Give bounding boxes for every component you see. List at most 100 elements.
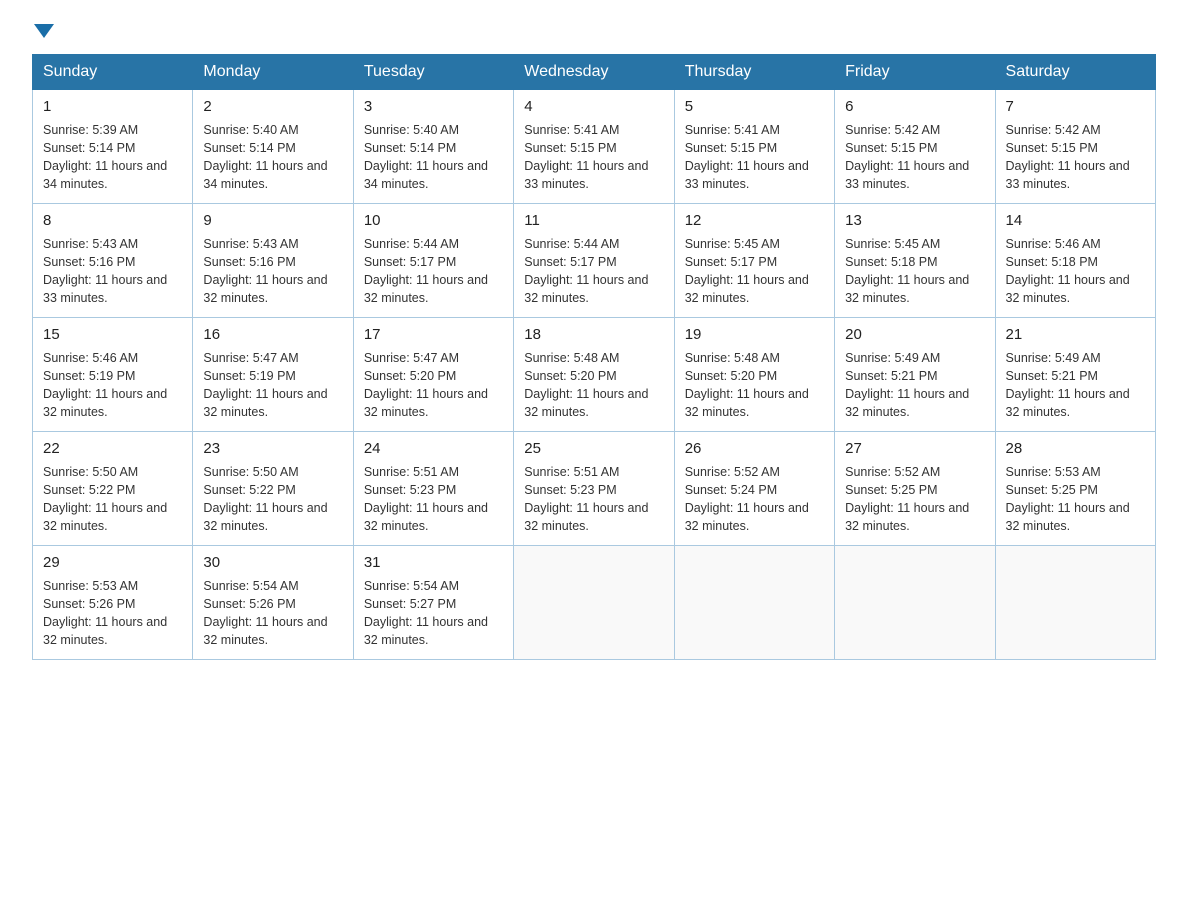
day-number: 22 <box>43 438 182 461</box>
day-number: 15 <box>43 324 182 347</box>
day-info: Sunrise: 5:48 AMSunset: 5:20 PMDaylight:… <box>685 349 824 422</box>
day-number: 25 <box>524 438 663 461</box>
day-number: 12 <box>685 210 824 233</box>
day-info: Sunrise: 5:53 AMSunset: 5:25 PMDaylight:… <box>1006 463 1145 536</box>
calendar-cell: 12Sunrise: 5:45 AMSunset: 5:17 PMDayligh… <box>674 204 834 318</box>
weekday-header-tuesday: Tuesday <box>353 55 513 90</box>
day-info: Sunrise: 5:40 AMSunset: 5:14 PMDaylight:… <box>203 121 342 194</box>
calendar-cell: 14Sunrise: 5:46 AMSunset: 5:18 PMDayligh… <box>995 204 1155 318</box>
calendar-cell: 3Sunrise: 5:40 AMSunset: 5:14 PMDaylight… <box>353 90 513 204</box>
day-number: 9 <box>203 210 342 233</box>
day-number: 29 <box>43 552 182 575</box>
calendar-cell: 7Sunrise: 5:42 AMSunset: 5:15 PMDaylight… <box>995 90 1155 204</box>
calendar-cell: 29Sunrise: 5:53 AMSunset: 5:26 PMDayligh… <box>33 546 193 660</box>
calendar-cell <box>835 546 995 660</box>
calendar-cell: 22Sunrise: 5:50 AMSunset: 5:22 PMDayligh… <box>33 432 193 546</box>
day-info: Sunrise: 5:42 AMSunset: 5:15 PMDaylight:… <box>845 121 984 194</box>
calendar-cell: 26Sunrise: 5:52 AMSunset: 5:24 PMDayligh… <box>674 432 834 546</box>
day-number: 3 <box>364 96 503 119</box>
calendar-cell: 21Sunrise: 5:49 AMSunset: 5:21 PMDayligh… <box>995 318 1155 432</box>
day-number: 1 <box>43 96 182 119</box>
calendar-cell: 16Sunrise: 5:47 AMSunset: 5:19 PMDayligh… <box>193 318 353 432</box>
calendar-week-row: 15Sunrise: 5:46 AMSunset: 5:19 PMDayligh… <box>33 318 1156 432</box>
weekday-header-thursday: Thursday <box>674 55 834 90</box>
day-number: 14 <box>1006 210 1145 233</box>
calendar-cell: 11Sunrise: 5:44 AMSunset: 5:17 PMDayligh… <box>514 204 674 318</box>
day-info: Sunrise: 5:44 AMSunset: 5:17 PMDaylight:… <box>364 235 503 308</box>
calendar-cell: 23Sunrise: 5:50 AMSunset: 5:22 PMDayligh… <box>193 432 353 546</box>
day-info: Sunrise: 5:49 AMSunset: 5:21 PMDaylight:… <box>1006 349 1145 422</box>
calendar-cell: 30Sunrise: 5:54 AMSunset: 5:26 PMDayligh… <box>193 546 353 660</box>
calendar-cell: 18Sunrise: 5:48 AMSunset: 5:20 PMDayligh… <box>514 318 674 432</box>
calendar-cell: 10Sunrise: 5:44 AMSunset: 5:17 PMDayligh… <box>353 204 513 318</box>
day-info: Sunrise: 5:44 AMSunset: 5:17 PMDaylight:… <box>524 235 663 308</box>
day-info: Sunrise: 5:49 AMSunset: 5:21 PMDaylight:… <box>845 349 984 422</box>
weekday-header-monday: Monday <box>193 55 353 90</box>
day-info: Sunrise: 5:46 AMSunset: 5:18 PMDaylight:… <box>1006 235 1145 308</box>
day-number: 27 <box>845 438 984 461</box>
calendar-cell: 13Sunrise: 5:45 AMSunset: 5:18 PMDayligh… <box>835 204 995 318</box>
day-info: Sunrise: 5:47 AMSunset: 5:20 PMDaylight:… <box>364 349 503 422</box>
day-info: Sunrise: 5:43 AMSunset: 5:16 PMDaylight:… <box>203 235 342 308</box>
day-info: Sunrise: 5:50 AMSunset: 5:22 PMDaylight:… <box>43 463 182 536</box>
day-info: Sunrise: 5:52 AMSunset: 5:25 PMDaylight:… <box>845 463 984 536</box>
day-info: Sunrise: 5:51 AMSunset: 5:23 PMDaylight:… <box>364 463 503 536</box>
day-number: 20 <box>845 324 984 347</box>
day-number: 18 <box>524 324 663 347</box>
calendar-cell: 9Sunrise: 5:43 AMSunset: 5:16 PMDaylight… <box>193 204 353 318</box>
day-number: 8 <box>43 210 182 233</box>
day-number: 10 <box>364 210 503 233</box>
calendar-cell: 24Sunrise: 5:51 AMSunset: 5:23 PMDayligh… <box>353 432 513 546</box>
logo-triangle-icon <box>34 24 54 38</box>
day-number: 13 <box>845 210 984 233</box>
day-info: Sunrise: 5:41 AMSunset: 5:15 PMDaylight:… <box>685 121 824 194</box>
calendar-cell: 5Sunrise: 5:41 AMSunset: 5:15 PMDaylight… <box>674 90 834 204</box>
calendar-cell: 1Sunrise: 5:39 AMSunset: 5:14 PMDaylight… <box>33 90 193 204</box>
day-info: Sunrise: 5:43 AMSunset: 5:16 PMDaylight:… <box>43 235 182 308</box>
calendar-cell: 4Sunrise: 5:41 AMSunset: 5:15 PMDaylight… <box>514 90 674 204</box>
day-number: 28 <box>1006 438 1145 461</box>
day-info: Sunrise: 5:45 AMSunset: 5:18 PMDaylight:… <box>845 235 984 308</box>
calendar-cell: 20Sunrise: 5:49 AMSunset: 5:21 PMDayligh… <box>835 318 995 432</box>
page-header <box>32 24 1156 38</box>
day-number: 4 <box>524 96 663 119</box>
calendar-cell: 28Sunrise: 5:53 AMSunset: 5:25 PMDayligh… <box>995 432 1155 546</box>
day-number: 26 <box>685 438 824 461</box>
day-info: Sunrise: 5:48 AMSunset: 5:20 PMDaylight:… <box>524 349 663 422</box>
day-number: 6 <box>845 96 984 119</box>
calendar-cell: 2Sunrise: 5:40 AMSunset: 5:14 PMDaylight… <box>193 90 353 204</box>
day-info: Sunrise: 5:54 AMSunset: 5:27 PMDaylight:… <box>364 577 503 650</box>
weekday-header-friday: Friday <box>835 55 995 90</box>
weekday-header-wednesday: Wednesday <box>514 55 674 90</box>
day-info: Sunrise: 5:41 AMSunset: 5:15 PMDaylight:… <box>524 121 663 194</box>
logo <box>32 24 56 38</box>
weekday-header-sunday: Sunday <box>33 55 193 90</box>
day-info: Sunrise: 5:51 AMSunset: 5:23 PMDaylight:… <box>524 463 663 536</box>
calendar-cell: 15Sunrise: 5:46 AMSunset: 5:19 PMDayligh… <box>33 318 193 432</box>
day-info: Sunrise: 5:50 AMSunset: 5:22 PMDaylight:… <box>203 463 342 536</box>
calendar-week-row: 22Sunrise: 5:50 AMSunset: 5:22 PMDayligh… <box>33 432 1156 546</box>
day-number: 16 <box>203 324 342 347</box>
calendar-week-row: 1Sunrise: 5:39 AMSunset: 5:14 PMDaylight… <box>33 90 1156 204</box>
calendar-cell: 6Sunrise: 5:42 AMSunset: 5:15 PMDaylight… <box>835 90 995 204</box>
calendar-cell: 31Sunrise: 5:54 AMSunset: 5:27 PMDayligh… <box>353 546 513 660</box>
day-number: 31 <box>364 552 503 575</box>
day-number: 2 <box>203 96 342 119</box>
calendar-cell: 19Sunrise: 5:48 AMSunset: 5:20 PMDayligh… <box>674 318 834 432</box>
day-info: Sunrise: 5:54 AMSunset: 5:26 PMDaylight:… <box>203 577 342 650</box>
day-info: Sunrise: 5:47 AMSunset: 5:19 PMDaylight:… <box>203 349 342 422</box>
day-info: Sunrise: 5:52 AMSunset: 5:24 PMDaylight:… <box>685 463 824 536</box>
day-number: 21 <box>1006 324 1145 347</box>
day-number: 30 <box>203 552 342 575</box>
day-info: Sunrise: 5:45 AMSunset: 5:17 PMDaylight:… <box>685 235 824 308</box>
day-number: 7 <box>1006 96 1145 119</box>
day-info: Sunrise: 5:46 AMSunset: 5:19 PMDaylight:… <box>43 349 182 422</box>
weekday-header-saturday: Saturday <box>995 55 1155 90</box>
day-number: 24 <box>364 438 503 461</box>
day-info: Sunrise: 5:39 AMSunset: 5:14 PMDaylight:… <box>43 121 182 194</box>
calendar-week-row: 8Sunrise: 5:43 AMSunset: 5:16 PMDaylight… <box>33 204 1156 318</box>
day-number: 23 <box>203 438 342 461</box>
calendar-week-row: 29Sunrise: 5:53 AMSunset: 5:26 PMDayligh… <box>33 546 1156 660</box>
calendar-cell <box>514 546 674 660</box>
day-number: 11 <box>524 210 663 233</box>
